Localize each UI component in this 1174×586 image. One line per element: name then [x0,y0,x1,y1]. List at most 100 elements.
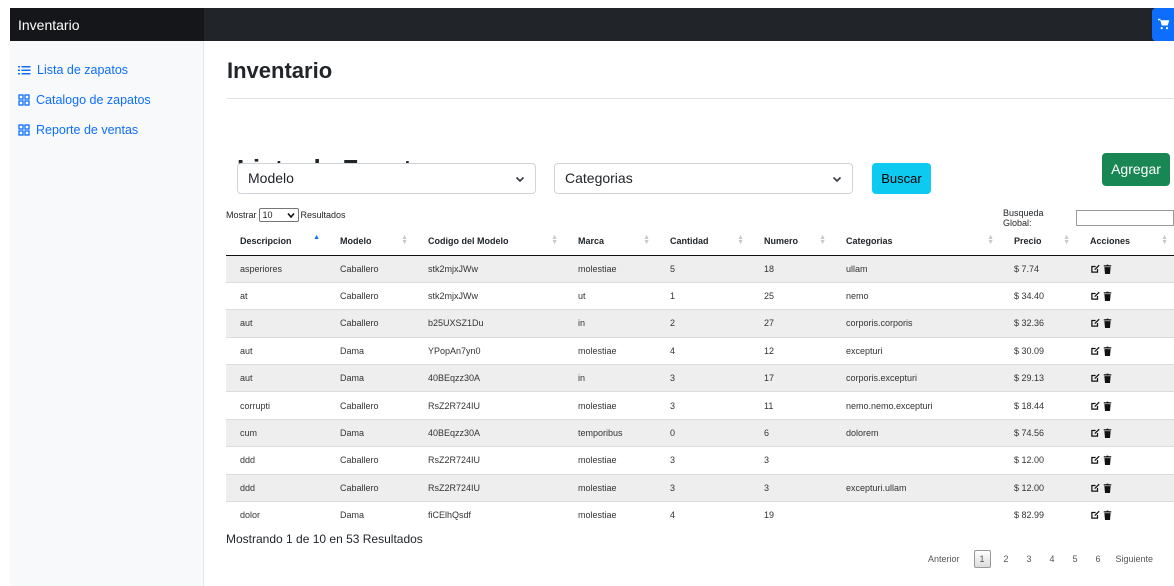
sidebar-item-lista-de-zapatos[interactable]: Lista de zapatos [18,63,128,77]
cell-numero: 27 [750,309,832,338]
trash-icon[interactable] [1103,318,1112,329]
category-select[interactable]: Categorias [554,163,853,194]
cell-cantidad: 1 [656,281,750,310]
sidebar-item-catalogo-de-zapatos[interactable]: Catalogo de zapatos [18,93,151,107]
cell-codigo: stk2mjxJWw [414,281,564,310]
column-header-categorias[interactable]: Categorias ▲ ▼ [832,227,1000,256]
edit-icon[interactable] [1090,455,1100,465]
cell-numero: 3 [750,473,832,502]
show-prefix: Mostrar [226,210,257,220]
trash-icon[interactable] [1103,291,1112,302]
column-header-acciones[interactable]: Acciones ▲ ▼ [1076,227,1174,256]
trash-icon[interactable] [1103,401,1112,411]
column-header-descripcion[interactable]: Descripcion ▲ [226,227,326,256]
page-length-select[interactable]: 10 [258,208,299,222]
table-row: cum Dama 40BEqzz30A temporibus 0 6 dolorem $ 74… [226,418,1174,447]
trash-icon[interactable] [1103,264,1112,274]
table-header-row: Descripcion ▲ Modelo ▲ ▼ Codigo del Modelo ▲… [226,227,1174,256]
chevron-down-icon [832,176,842,183]
trash-icon[interactable] [1103,483,1112,493]
edit-icon[interactable] [1090,483,1100,493]
cell-numero: 6 [750,418,832,447]
cell-descripcion: ddd [226,473,326,502]
column-label: Descripcion [240,235,292,246]
table-row: dolor Dama fiCElhQsdf molestiae 4 19 $ 82.99 [226,501,1174,529]
cell-codigo: RsZ2R724IU [414,446,564,475]
cell-marca: in [564,309,656,338]
search-button[interactable]: Buscar [872,163,931,194]
global-search-input[interactable] [1076,210,1174,226]
table-row: aut Dama 40BEqzz30A in 3 17 corporis.excepturi… [226,364,1174,392]
column-header-precio[interactable]: Precio ▲ ▼ [1000,227,1076,256]
column-label: Categorias [846,235,893,246]
sort-icon: ▲ ▼ [401,234,408,246]
column-header-marca[interactable]: Marca ▲ ▼ [564,227,656,256]
edit-icon[interactable] [1090,428,1100,438]
edit-icon[interactable] [1090,346,1100,356]
cell-acciones [1076,473,1174,502]
category-select-value: Categorias [565,170,633,186]
page-length-control: Mostrar 10 Resultados [226,208,346,222]
cell-marca: molestiae [564,501,656,529]
pagination-page[interactable]: 3 [1018,554,1041,564]
table-row: aut Caballero b25UXSZ1Du in 2 27 corporis.corp… [226,309,1174,338]
pagination-prev[interactable]: Anterior [928,554,960,564]
sidebar-item-label: Lista de zapatos [37,63,129,77]
trash-icon[interactable] [1103,346,1112,356]
trash-icon[interactable] [1103,428,1112,439]
add-button[interactable]: Agregar [1102,153,1170,186]
cell-modelo: Dama [326,364,414,392]
trash-icon[interactable] [1103,373,1112,384]
cell-modelo: Dama [326,336,414,365]
sort-icon: ▲ ▼ [819,234,826,246]
column-label: Precio [1014,235,1042,246]
cell-numero: 11 [750,391,832,420]
edit-icon[interactable] [1090,291,1100,301]
cell-codigo: fiCElhQsdf [414,501,564,529]
edit-icon[interactable] [1090,401,1100,411]
cell-modelo: Caballero [326,254,414,283]
sidebar-item-reporte-de-ventas[interactable]: Reporte de ventas [18,123,138,137]
sort-icon: ▲ ▼ [737,234,744,246]
column-header-numero[interactable]: Numero ▲ ▼ [750,227,832,256]
cell-cantidad: 3 [656,446,750,475]
model-select[interactable]: Modelo [237,163,536,194]
cart-button[interactable] [1152,8,1174,41]
trash-icon[interactable] [1103,510,1112,521]
cell-categorias [832,501,1000,529]
brand-title[interactable]: Inventario [10,8,204,41]
cell-codigo: 40BEqzz30A [414,418,564,447]
pagination-page[interactable]: 5 [1064,554,1087,564]
cell-categorias: corporis.excepturi [832,364,1000,392]
cell-acciones [1076,309,1174,338]
cell-categorias [832,446,1000,475]
table-row: aut Dama YPopAn7yn0 molestiae 4 12 excepturi $ … [226,336,1174,365]
edit-icon[interactable] [1090,318,1100,328]
trash-icon[interactable] [1103,455,1112,466]
cell-acciones [1076,501,1174,529]
cart-icon [1158,18,1170,30]
cell-categorias: corporis.corporis [832,309,1000,338]
pagination-next[interactable]: Siguiente [1116,554,1154,564]
edit-icon[interactable] [1090,373,1100,383]
cell-cantidad: 3 [656,391,750,420]
cell-cantidad: 3 [656,473,750,502]
pagination-page-current[interactable]: 1 [973,550,991,568]
pagination-page[interactable]: 4 [1041,554,1064,564]
cell-codigo: stk2mjxJWw [414,254,564,283]
cell-marca: molestiae [564,336,656,365]
cell-categorias: excepturi.ullam [832,473,1000,502]
table-row: ddd Caballero RsZ2R724IU molestiae 3 3 $ 12.00 [226,446,1174,475]
cell-precio: $ 34.40 [1000,281,1076,310]
show-suffix: Resultados [300,210,346,220]
column-header-modelo[interactable]: Modelo ▲ ▼ [326,227,414,256]
cell-marca: molestiae [564,473,656,502]
column-header-cantidad[interactable]: Cantidad ▲ ▼ [656,227,750,256]
cell-precio: $ 74.56 [1000,418,1076,447]
pagination-page[interactable]: 2 [995,554,1018,564]
edit-icon[interactable] [1090,264,1100,274]
column-header-codigo[interactable]: Codigo del Modelo ▲ ▼ [414,227,564,256]
pagination-page[interactable]: 6 [1087,554,1110,564]
edit-icon[interactable] [1090,510,1100,520]
grid-icon [18,94,30,106]
